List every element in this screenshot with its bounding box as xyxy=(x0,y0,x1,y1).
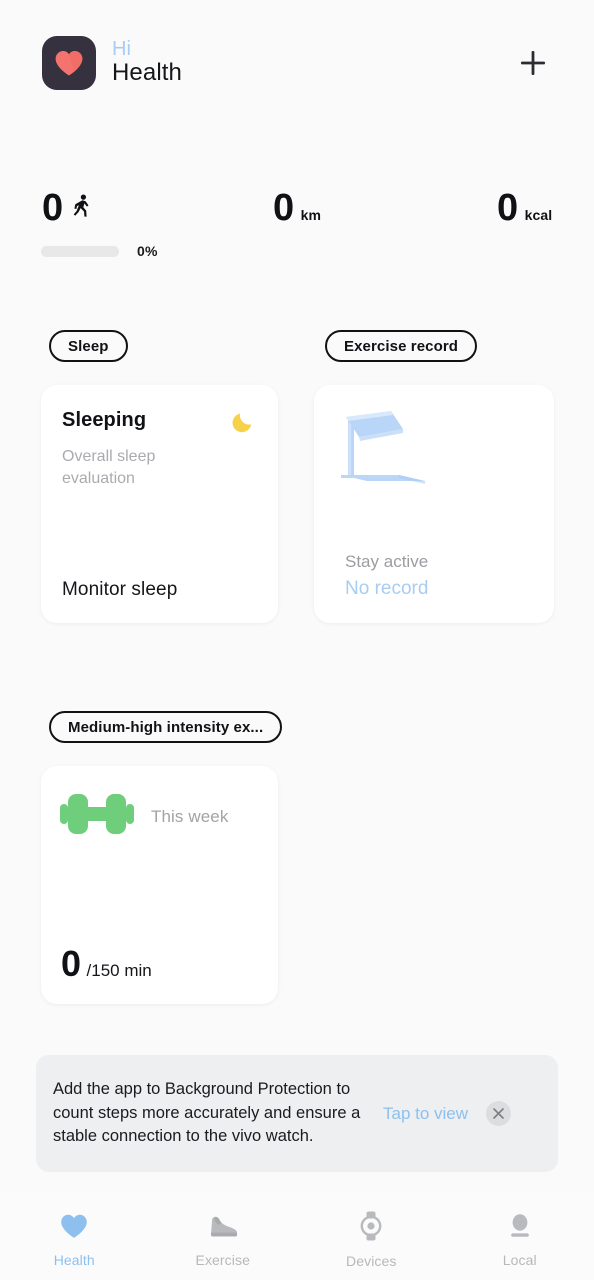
add-button[interactable] xyxy=(510,40,556,86)
plus-icon xyxy=(521,50,545,75)
stat-steps[interactable]: 0 xyxy=(42,189,92,227)
steps-progress-label: 0% xyxy=(137,243,158,259)
crescent-moon-icon xyxy=(231,409,256,439)
calories-unit: kcal xyxy=(524,207,553,223)
intensity-card-top: This week xyxy=(41,766,278,847)
tab-local-label: Local xyxy=(502,1251,537,1268)
card-exercise-record[interactable]: Stay active No record xyxy=(314,385,554,623)
monitor-sleep-link[interactable]: Monitor sleep xyxy=(62,579,177,601)
tab-exercise[interactable]: Exercise xyxy=(149,1193,298,1280)
intensity-value: 0 xyxy=(61,943,81,984)
sleep-subtitle: Overall sleep evaluation xyxy=(62,448,156,488)
calories-value: 0 xyxy=(497,187,518,229)
heart-app-icon[interactable] xyxy=(42,35,96,90)
treadmill-icon xyxy=(314,385,554,494)
exercise-record-status: Stay active No record xyxy=(345,549,428,603)
banner-message: Add the app to Background Protection to … xyxy=(53,1079,361,1146)
greeting-block: Hi Health xyxy=(112,38,182,87)
sneaker-icon xyxy=(206,1212,240,1245)
distance-unit: km xyxy=(300,207,322,223)
sleep-card-top: Sleeping xyxy=(41,385,278,439)
intensity-period-label: This week xyxy=(151,806,229,826)
tab-devices-label: Devices xyxy=(346,1252,397,1269)
tab-health-label: Health xyxy=(53,1251,95,1268)
walking-person-icon xyxy=(72,194,92,223)
chip-sleep[interactable]: Sleep xyxy=(49,330,128,362)
sleep-title: Sleeping xyxy=(62,409,147,431)
stay-active-text: Stay active xyxy=(345,552,429,572)
distance-value: 0 xyxy=(273,187,294,229)
app-title: Health xyxy=(112,59,182,87)
card-sleep[interactable]: Sleeping Overall sleep evaluation Monito… xyxy=(41,385,278,623)
tab-local[interactable]: Local xyxy=(446,1193,594,1280)
chip-medium-high-intensity[interactable]: Medium-high intensity ex... xyxy=(49,711,283,743)
dumbbell-icon xyxy=(59,786,135,847)
steps-progress-row: 0% xyxy=(41,243,158,259)
banner-close-button[interactable] xyxy=(486,1101,512,1126)
background-protection-banner: Add the app to Background Protection to … xyxy=(36,1055,558,1172)
bottom-navigation: Health Exercise Devices Local xyxy=(0,1193,594,1280)
stats-row: 0 0 km 0 kcal xyxy=(0,175,594,227)
heart-icon xyxy=(59,1212,89,1245)
card-intensity[interactable]: This week 0 /150 min xyxy=(41,766,278,1004)
banner-tap-to-view-link[interactable]: Tap to view xyxy=(383,1104,468,1124)
health-app-screen: Hi Health 0 0 km 0 kcal 0% Sleep Sleepin… xyxy=(0,0,594,1280)
intensity-goal: /150 min xyxy=(86,961,152,980)
steps-value: 0 xyxy=(42,187,63,229)
tab-devices[interactable]: Devices xyxy=(297,1193,446,1280)
steps-progress-bar xyxy=(41,245,119,257)
tab-health[interactable]: Health xyxy=(0,1193,149,1280)
intensity-value-row: 0 /150 min xyxy=(61,946,152,982)
stat-distance[interactable]: 0 km xyxy=(273,189,321,227)
close-icon xyxy=(493,1108,504,1119)
tab-exercise-label: Exercise xyxy=(195,1251,250,1268)
chip-exercise-record[interactable]: Exercise record xyxy=(325,330,478,362)
watch-icon xyxy=(357,1211,385,1246)
no-record-text: No record xyxy=(345,578,429,600)
greeting-text: Hi xyxy=(112,37,132,60)
app-header: Hi Health xyxy=(0,0,594,125)
person-icon xyxy=(506,1212,534,1245)
stat-calories[interactable]: 0 kcal xyxy=(497,189,552,227)
